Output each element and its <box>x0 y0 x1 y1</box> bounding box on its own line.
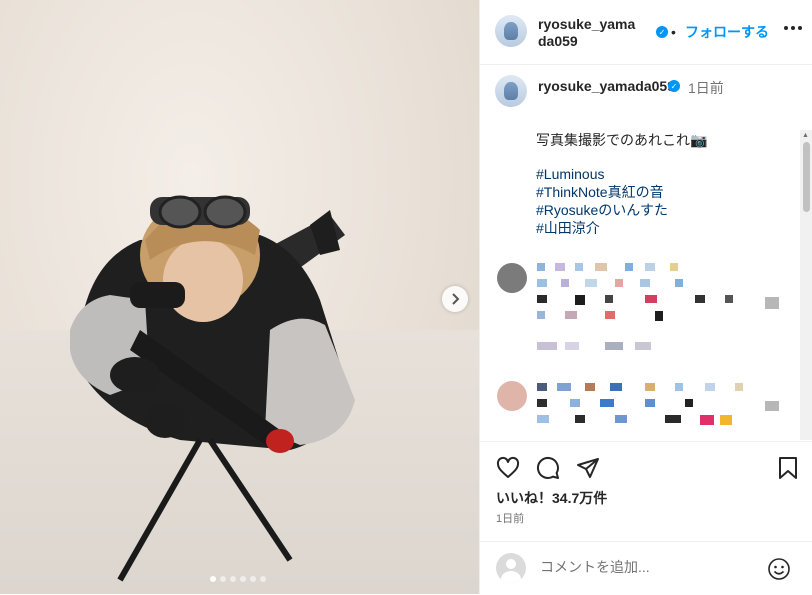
carousel-dot <box>250 576 256 582</box>
bookmark-icon[interactable] <box>777 456 799 480</box>
avatar <box>496 553 526 583</box>
caption-text: 写真集撮影でのあれこれ📷 <box>536 132 708 148</box>
post-timestamp[interactable]: 1日前 <box>496 510 524 526</box>
emoji-icon[interactable] <box>767 557 791 581</box>
post-actions: いいね！34.7万件 1日前 <box>480 441 812 542</box>
header-username[interactable]: ryosuke_yamada059 <box>538 16 638 50</box>
post-header: ryosuke_yamada059 ✓ • フォローする <box>480 0 812 65</box>
hashtag-link[interactable]: #ThinkNote真紅の音 <box>536 183 668 201</box>
scroll-up-arrow-icon[interactable]: ▲ <box>802 132 809 139</box>
follow-button[interactable]: フォローする <box>685 22 769 42</box>
likes-count[interactable]: いいね！34.7万件 <box>496 488 607 508</box>
next-arrow-icon <box>452 293 460 305</box>
avatar[interactable] <box>495 15 527 47</box>
header-separator: • <box>671 24 676 40</box>
carousel-dot <box>260 576 266 582</box>
carousel-next-button[interactable] <box>442 286 468 312</box>
carousel-dot <box>220 576 226 582</box>
caption-time: 1日前 <box>688 80 724 96</box>
blurred-comment <box>497 381 779 425</box>
comments-scrollbar[interactable]: ▲ ▼ <box>800 130 812 440</box>
verified-badge-icon: ✓ <box>656 26 668 38</box>
comments-section[interactable]: ryosuke_yamada059 ✓ 1日前 写真集撮影でのあれこれ📷 #Lu… <box>480 65 812 440</box>
add-comment-bar <box>480 541 812 595</box>
hashtag-link[interactable]: #山田涼介 <box>536 219 668 237</box>
avatar[interactable] <box>495 75 527 107</box>
hashtag-link[interactable]: #Ryosukeのいんすた <box>536 201 668 219</box>
carousel-dot <box>230 576 236 582</box>
post-side-panel: ryosuke_yamada059 ✓ • フォローする ryosuke_yam… <box>479 0 812 594</box>
carousel-indicator <box>210 576 266 582</box>
caption-username[interactable]: ryosuke_yamada059 <box>538 78 675 94</box>
hashtag-link[interactable]: #Luminous <box>536 165 668 183</box>
verified-badge-icon: ✓ <box>668 80 680 92</box>
carousel-dot <box>240 576 246 582</box>
post-photo[interactable] <box>0 0 479 594</box>
comment-icon[interactable] <box>536 456 560 480</box>
hashtag-list: #Luminous #ThinkNote真紅の音 #Ryosukeのいんすた #… <box>536 165 668 237</box>
blurred-comment <box>497 263 779 350</box>
carousel-dot <box>210 576 216 582</box>
photo-subject-illustration <box>70 195 355 582</box>
more-icon[interactable] <box>784 26 802 30</box>
comment-input[interactable] <box>540 559 740 575</box>
share-icon[interactable] <box>576 456 600 480</box>
scroll-thumb[interactable] <box>803 142 810 212</box>
heart-icon[interactable] <box>496 456 520 480</box>
